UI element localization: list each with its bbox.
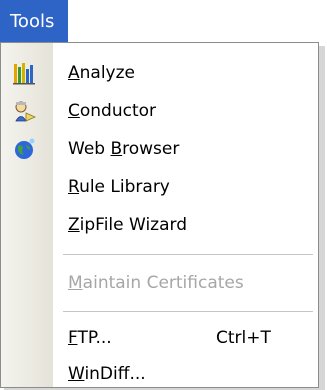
menu-item-label: TP... [77, 328, 112, 348]
accel-key: R [68, 177, 80, 197]
menu-item-zipfile-wizard[interactable]: ZipFile Wizard [1, 206, 318, 244]
menu-item-label: ule Library [79, 177, 170, 197]
conductor-icon [13, 99, 37, 123]
menu-item-label-prefix: Web [68, 139, 111, 159]
menu-item-label: inDiff... [84, 364, 146, 384]
menu-item-label: nalyze [79, 63, 135, 83]
menu-item-maintain-certificates: Maintain Certificates [1, 264, 318, 302]
menu-item-web-browser[interactable]: Web Browser [1, 130, 318, 168]
menu-item-ftp[interactable]: FTP... Ctrl+T [1, 319, 318, 357]
menu-item-label: aintain Certificates [82, 273, 244, 293]
accel-key: B [110, 139, 123, 159]
menu-shadow-right [319, 46, 325, 390]
menu-title-label: Tools [10, 10, 55, 32]
tools-menu: Tools Analyze Conductor Web Browser Rule… [0, 0, 327, 390]
menu-title-tools[interactable]: Tools [0, 0, 69, 42]
accel-key: M [68, 273, 83, 293]
accel-key: W [68, 364, 85, 384]
menu-item-label: rowser [122, 139, 180, 159]
menu-separator [63, 311, 313, 312]
menu-dropdown-panel: Analyze Conductor Web Browser Rule Libra… [0, 42, 319, 388]
accel-key: C [68, 101, 80, 121]
menu-separator [63, 254, 313, 255]
menu-item-windiff[interactable]: WinDiff... [1, 355, 318, 390]
menu-item-label: onductor [79, 101, 157, 121]
accel-key: Z [68, 215, 80, 235]
bar-chart-icon [13, 61, 37, 85]
accel-key: A [68, 63, 80, 83]
menu-item-rule-library[interactable]: Rule Library [1, 168, 318, 206]
menu-item-shortcut: Ctrl+T [216, 328, 271, 348]
menu-item-label: ipFile Wizard [79, 215, 188, 235]
menu-item-conductor[interactable]: Conductor [1, 92, 318, 130]
menu-item-analyze[interactable]: Analyze [1, 54, 318, 92]
globe-icon [13, 137, 37, 161]
